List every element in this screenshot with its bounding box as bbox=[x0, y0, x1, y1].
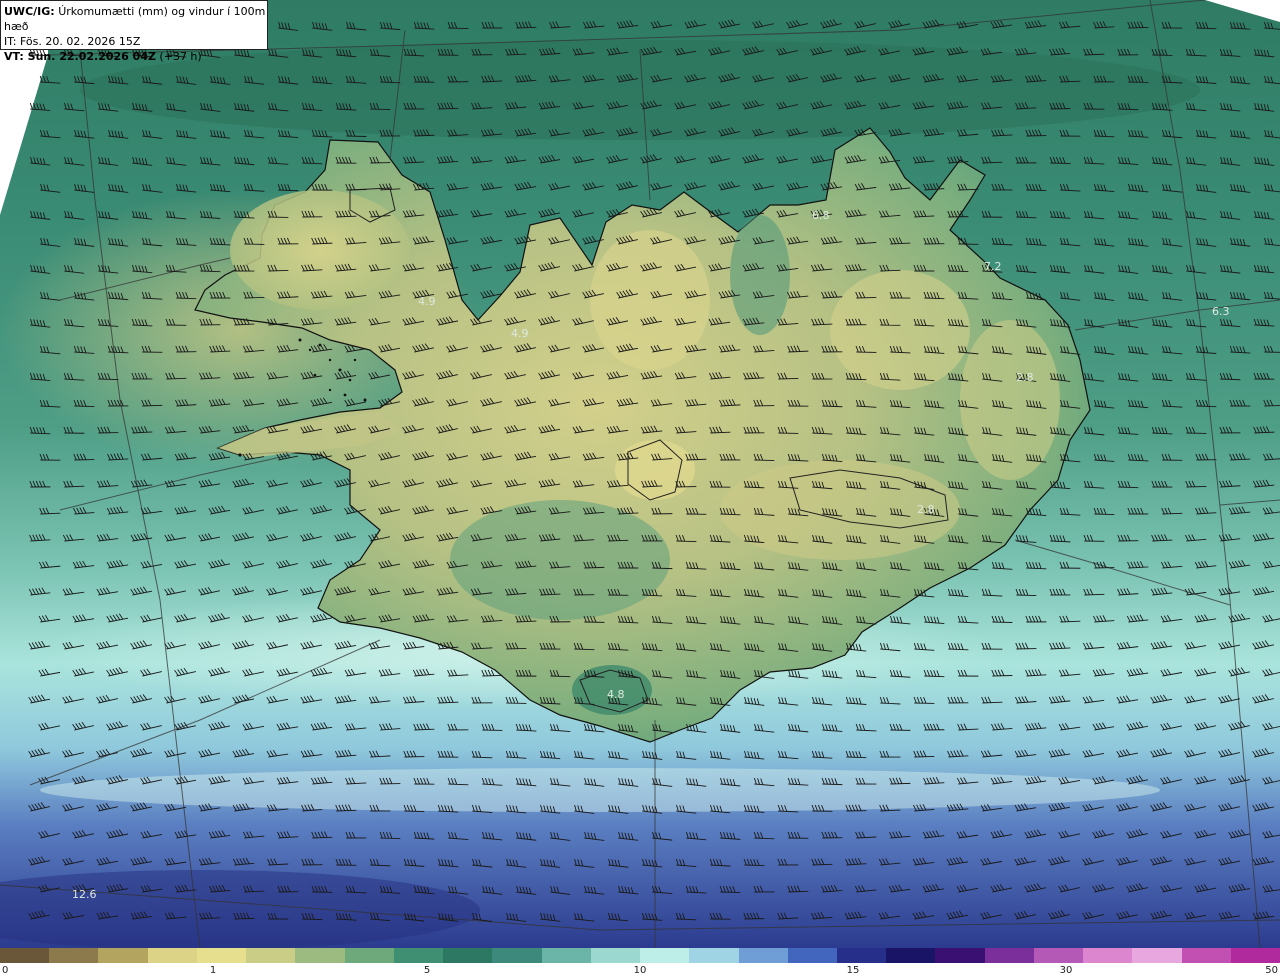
colorbar-segment bbox=[492, 948, 542, 963]
colorbar-tick: 1 bbox=[209, 965, 217, 976]
colorbar-segment bbox=[984, 948, 1034, 963]
colorbar-segment bbox=[1033, 948, 1084, 963]
colorbar-segment bbox=[541, 948, 591, 963]
colorbar-tick: 5 bbox=[423, 965, 431, 976]
map-value-label: 4.8 bbox=[607, 688, 625, 701]
map-value-label: 2.8 bbox=[1016, 371, 1034, 384]
westfjords-highlight bbox=[230, 190, 410, 310]
forecast-info-box: UWC/IG: Úrkomumætti (mm) og vindur í 100… bbox=[0, 0, 268, 63]
colorbar-segment bbox=[295, 948, 345, 963]
valid-time-line: VT: Sun. 22.02.2026 04Z (+37 h) bbox=[4, 49, 267, 64]
map-value-label: 4.9 bbox=[418, 295, 436, 308]
map-value-label: 2.8 bbox=[917, 503, 935, 516]
colorbar-tick: 0 bbox=[2, 965, 9, 976]
langjokull-patch bbox=[615, 440, 695, 500]
colorbar-segment bbox=[886, 948, 936, 963]
issue-time: IT: Fös. 20. 02. 2026 15Z bbox=[4, 35, 141, 48]
north-highland-patch bbox=[590, 230, 710, 370]
map-value-label: 7.2 bbox=[984, 260, 1002, 273]
colorbar-segment bbox=[1083, 948, 1133, 963]
north-valley bbox=[730, 215, 790, 335]
colorbar-segment bbox=[1230, 948, 1280, 963]
colorbar-segment bbox=[590, 948, 641, 963]
colorbar-segment bbox=[246, 948, 296, 963]
colorbar-segment bbox=[443, 948, 493, 963]
colorbar-segment bbox=[49, 948, 99, 963]
colorbar-segment bbox=[935, 948, 985, 963]
colorbar-segment bbox=[98, 948, 148, 963]
colorbar-strip bbox=[0, 948, 1280, 963]
title-line: UWC/IG: Úrkomumætti (mm) og vindur í 100… bbox=[4, 4, 267, 34]
colorbar: 0 1 5 10 15 30 50 bbox=[0, 948, 1280, 978]
valid-time: VT: Sun. 22.02.2026 04Z bbox=[4, 50, 156, 63]
colorbar-segment bbox=[787, 948, 837, 963]
colorbar-tick: 10 bbox=[633, 965, 647, 976]
south-lowland bbox=[450, 500, 670, 620]
colorbar-segment bbox=[196, 948, 247, 963]
colorbar-segment bbox=[640, 948, 690, 963]
colorbar-segment bbox=[147, 948, 197, 963]
map-value-label: 4.9 bbox=[511, 327, 529, 340]
colorbar-tick: 50 bbox=[1265, 965, 1278, 976]
precipitation-wind-map[interactable]: 6.8 7.2 6.3 4.9 4.9 2.8 2.8 4.8 12.6 bbox=[0, 0, 1280, 948]
colorbar-segment bbox=[1132, 948, 1182, 963]
model-label: UWC/IG: bbox=[4, 5, 55, 18]
colorbar-segment bbox=[344, 948, 394, 963]
colorbar-segment bbox=[393, 948, 444, 963]
colorbar-tick: 30 bbox=[1059, 965, 1073, 976]
eastfjords-patch bbox=[960, 320, 1060, 480]
colorbar-segment bbox=[0, 948, 50, 963]
northeast-highland-patch bbox=[830, 270, 970, 390]
map-value-label: 6.3 bbox=[1212, 305, 1230, 318]
colorbar-segment bbox=[689, 948, 739, 963]
south-sea-streak bbox=[40, 768, 1160, 812]
colorbar-segment bbox=[738, 948, 788, 963]
map-value-label: 6.8 bbox=[812, 209, 830, 222]
lead-time: (+37 h) bbox=[155, 50, 202, 63]
colorbar-segment bbox=[1181, 948, 1231, 963]
map-value-label: 12.6 bbox=[72, 888, 97, 901]
colorbar-segment bbox=[836, 948, 887, 963]
colorbar-tick: 15 bbox=[846, 965, 860, 976]
